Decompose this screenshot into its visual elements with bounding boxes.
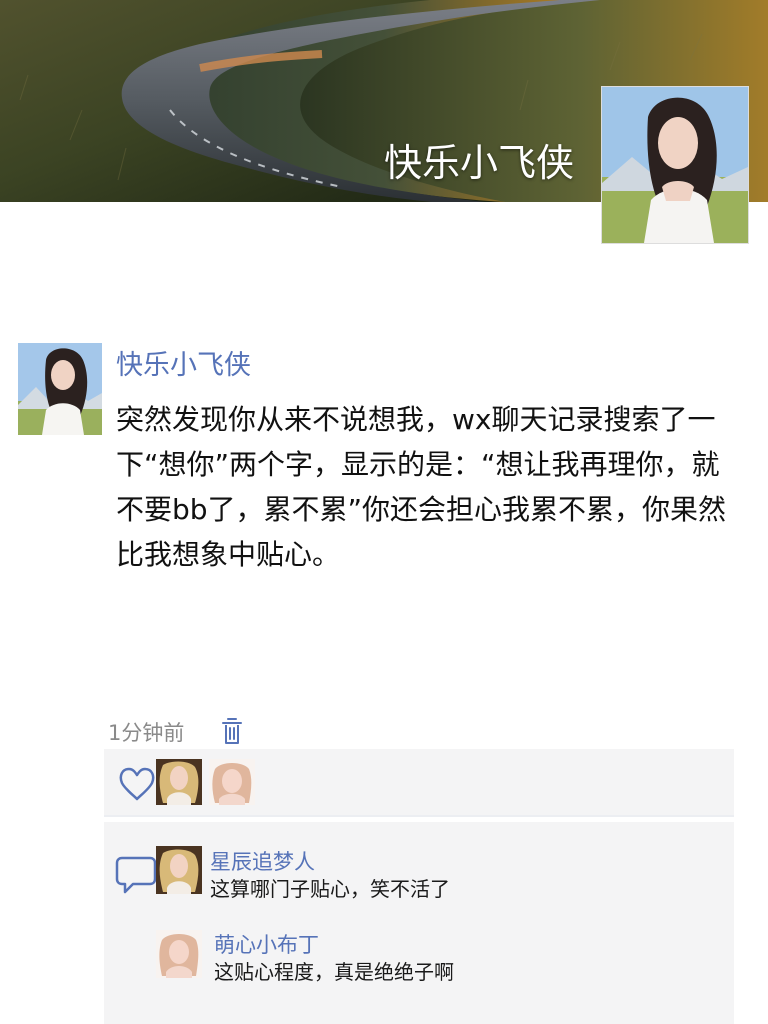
trash-icon[interactable] — [220, 716, 244, 746]
likes-panel — [104, 749, 734, 817]
post-text: 突然发现你从来不说想我，wx聊天记录搜索了一下“想你”两个字，显示的是：“想让我… — [116, 403, 727, 571]
comment-author-1[interactable]: 星辰追梦人 — [210, 846, 315, 876]
like-user-avatar-blonde[interactable] — [156, 759, 202, 805]
comment-icon[interactable] — [112, 849, 160, 899]
post-author-avatar[interactable] — [18, 343, 102, 435]
cover-username: 快乐小飞侠 — [384, 141, 575, 185]
comment-text-1: 这算哪门子贴心，笑不活了 — [210, 877, 450, 901]
comment-avatar-1[interactable] — [156, 846, 202, 894]
profile-avatar[interactable] — [601, 86, 749, 244]
heart-icon[interactable] — [114, 761, 160, 807]
blonde-avatar — [156, 759, 202, 805]
comments-panel: 星辰追梦人 这算哪门子贴心，笑不活了 萌心小布丁 这贴心程度，真是绝绝子啊 — [104, 822, 734, 1024]
post-author-name[interactable]: 快乐小飞侠 — [116, 343, 251, 382]
woman-portrait-avatar-small — [18, 343, 102, 435]
comment-author-2[interactable]: 萌心小布丁 — [214, 929, 319, 959]
post-timestamp: 1分钟前 — [108, 721, 185, 745]
light-hair-avatar — [156, 930, 202, 978]
light-hair-avatar — [209, 759, 255, 805]
woman-portrait-avatar — [602, 87, 748, 243]
comment-text-2: 这贴心程度，真是绝绝子啊 — [214, 960, 454, 984]
blonde-avatar — [156, 846, 202, 894]
like-user-avatar-light[interactable] — [209, 759, 255, 805]
comment-avatar-2[interactable] — [156, 930, 202, 978]
